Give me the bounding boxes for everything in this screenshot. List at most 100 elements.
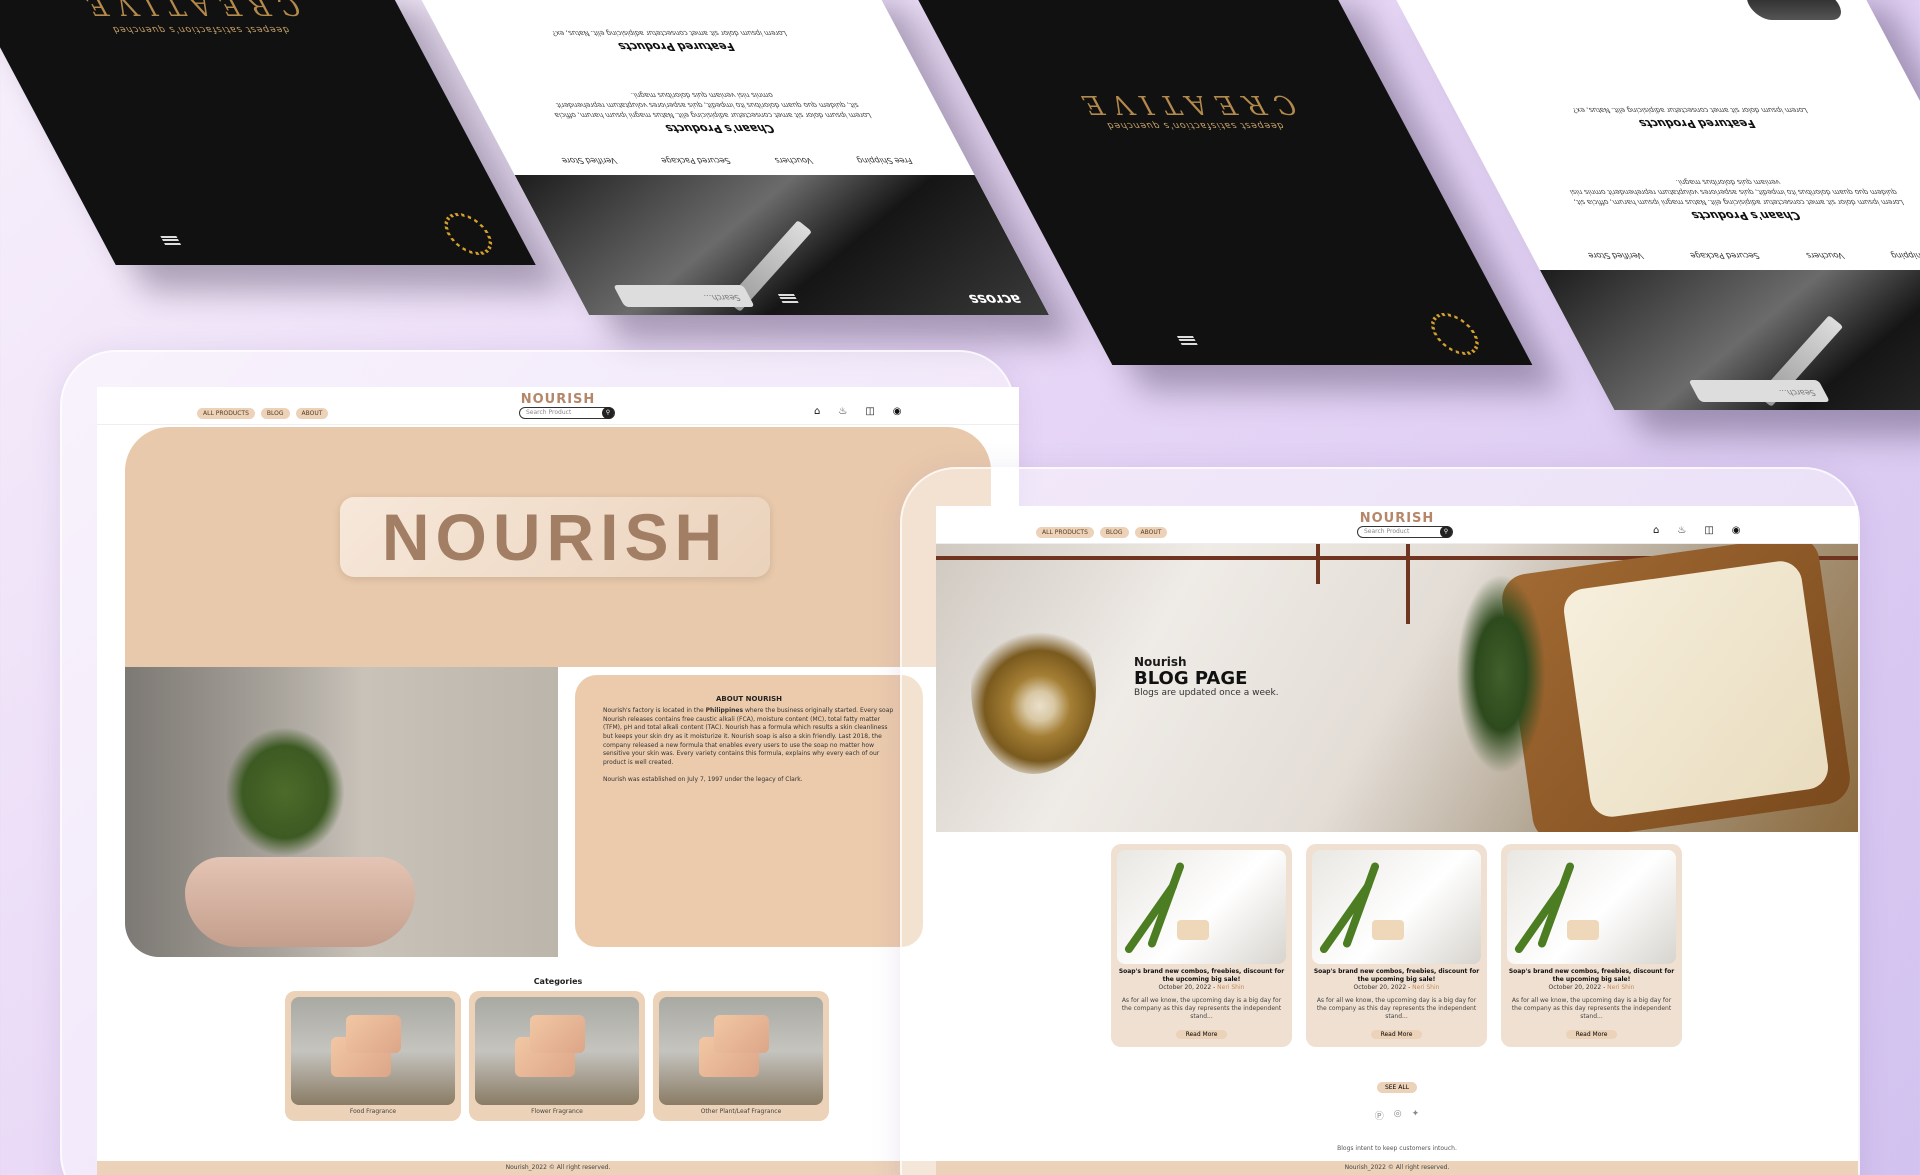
home-icon[interactable]: ⌂ (814, 406, 820, 417)
post-meta: October 20, 2022 - Neri Shin (1507, 984, 1676, 991)
hamburger-menu-icon (1176, 336, 1198, 345)
top-nav: ALL PRODUCTS BLOG ABOUT NOURISH Search P… (97, 387, 1019, 425)
top-nav: ALL PRODUCTS BLOG ABOUT NOURISH Search P… (936, 506, 1858, 544)
post-excerpt: As for all we know, the upcoming day is … (1316, 996, 1477, 1020)
search-input[interactable]: Search Product (1357, 526, 1453, 538)
nav-about[interactable]: ABOUT (1134, 527, 1168, 538)
categories-title: Categories (533, 977, 583, 986)
read-more-button[interactable]: Read More (1565, 1029, 1618, 1039)
post-excerpt: As for all we know, the upcoming day is … (1511, 996, 1672, 1020)
service-vouchers: Vouchers (772, 156, 815, 165)
soap-image (475, 997, 639, 1105)
user-icon[interactable]: ◉ (1732, 525, 1741, 536)
post-title[interactable]: Soap's brand new combos, freebies, disco… (1117, 968, 1286, 984)
service-verified-store: Verified Store (1586, 251, 1645, 260)
instagram-icon[interactable]: ◎ (1394, 1109, 1402, 1122)
post-date: October 20, 2022 - (1158, 983, 1218, 991)
soap-shape (714, 1015, 769, 1053)
about-title: ABOUT NOURISH (716, 695, 782, 703)
bell-icon[interactable]: ♨ (1677, 525, 1686, 536)
soap-image (291, 997, 455, 1105)
service-free-shipping: Free Shipping (1888, 251, 1920, 260)
chaan-products-text: Lorem ipsum dolor sit amet consectetur a… (1568, 178, 1906, 206)
chaan-products-title: Chaan's Products (1688, 209, 1804, 222)
see-all-button[interactable]: SEE ALL (1376, 1082, 1418, 1093)
nourish-blog-page: ALL PRODUCTS BLOG ABOUT NOURISH Search P… (936, 506, 1858, 1175)
post-date: October 20, 2022 - (1548, 983, 1608, 991)
search-icon[interactable]: ⚲ (1440, 526, 1452, 538)
category-card[interactable]: Flower Fragrance (469, 991, 645, 1121)
hamburger-menu-icon (777, 294, 799, 303)
footer-tagline: Blogs intent to keep customers intouch. (1337, 1145, 1457, 1152)
social-links: Ⓟ ◎ ✦ (936, 1109, 1858, 1122)
post-meta: October 20, 2022 - Neri Shin (1312, 984, 1481, 991)
service-vouchers: Vouchers (1804, 251, 1846, 260)
user-icon[interactable]: ◉ (893, 406, 902, 417)
see-all-wrapper: SEE ALL (936, 1074, 1858, 1093)
service-verified-store: Verified Store (559, 156, 619, 165)
post-author[interactable]: Neri Shin (1217, 984, 1244, 991)
cart-icon[interactable]: ◫ (865, 406, 874, 417)
hero-caption: across (965, 291, 1025, 307)
brass-tap-shape (971, 604, 1096, 774)
about-card: ABOUT NOURISH Nourish's factory is locat… (575, 675, 923, 947)
post-author[interactable]: Neri Shin (1607, 984, 1634, 991)
post-meta: October 20, 2022 - Neri Shin (1117, 984, 1286, 991)
category-label: Food Fragrance (349, 1108, 397, 1115)
post-title[interactable]: Soap's brand new combos, freebies, disco… (1312, 968, 1481, 984)
soap-shape (530, 1015, 585, 1053)
read-more-button[interactable]: Read More (1370, 1029, 1423, 1039)
post-title[interactable]: Soap's brand new combos, freebies, disco… (1507, 968, 1676, 984)
post-image (1117, 850, 1286, 964)
nav-all-products[interactable]: ALL PRODUCTS (197, 408, 255, 419)
tile-grout (1316, 544, 1320, 584)
brand-logo[interactable]: NOURISH (936, 511, 1858, 526)
brand-logo[interactable]: NOURISH (97, 392, 1019, 407)
nav-icon-group: ⌂ ♨ ◫ ◉ (1653, 525, 1741, 536)
service-secured-package: Secured Package (659, 156, 733, 165)
hero-logo: NOURISH (340, 497, 770, 577)
blog-post-card[interactable]: Soap's brand new combos, freebies, disco… (1111, 844, 1292, 1047)
search-icon[interactable]: ⚲ (602, 407, 614, 419)
post-author[interactable]: Neri Shin (1412, 984, 1439, 991)
search-input[interactable]: Search Product (519, 407, 615, 419)
chaan-products-text: Lorem ipsum dolor sit amet consectetur a… (552, 91, 873, 119)
hero-banner: NOURISH (125, 427, 991, 667)
soap-shape (1567, 920, 1599, 940)
twitter-icon[interactable]: ✦ (1412, 1109, 1420, 1122)
blog-post-card[interactable]: Soap's brand new combos, freebies, disco… (1306, 844, 1487, 1047)
bell-icon[interactable]: ♨ (838, 406, 847, 417)
facebook-icon[interactable]: Ⓟ (1375, 1109, 1384, 1122)
post-excerpt: As for all we know, the upcoming day is … (1121, 996, 1282, 1020)
about-paragraph-1: Nourish's factory is located in the Phil… (603, 707, 895, 768)
blog-kicker: Nourish (1134, 655, 1187, 669)
creative-wordmark: CREATIVE (1064, 88, 1302, 119)
soap-shape (1372, 920, 1404, 940)
rosemary-shape (1456, 574, 1546, 774)
home-icon[interactable]: ⌂ (1653, 525, 1659, 536)
category-card[interactable]: Food Fragrance (285, 991, 461, 1121)
cart-icon[interactable]: ◫ (1704, 525, 1713, 536)
read-more-button[interactable]: Read More (1175, 1029, 1228, 1039)
featured-products-text: Lorem ipsum dolor sit amet consectetur a… (549, 29, 789, 37)
featured-products-title: Featured Products (1636, 117, 1758, 130)
categories-row: Food Fragrance Flower Fragrance Other Pl… (285, 991, 829, 1121)
featured-products-title: Featured Products (615, 40, 738, 53)
category-card[interactable]: Other Plant/Leaf Fragrance (653, 991, 829, 1121)
nav-blog[interactable]: BLOG (260, 408, 290, 419)
creative-wordmark: CREATIVE (68, 0, 307, 20)
nav-all-products[interactable]: ALL PRODUCTS (1036, 527, 1094, 538)
blog-post-card[interactable]: Soap's brand new combos, freebies, disco… (1501, 844, 1682, 1047)
soap-shape (346, 1015, 401, 1053)
creative-subtitle: deepest satisfaction's quenched (1103, 120, 1286, 131)
about-paragraph-2: Nourish was established on July 7, 1997 … (603, 775, 803, 783)
post-image (1312, 850, 1481, 964)
nav-blog[interactable]: BLOG (1099, 527, 1129, 538)
blog-subtitle: Blogs are updated once a week. (1134, 688, 1279, 698)
about-text-rest: where the business originally started. E… (603, 707, 894, 767)
gear-logo-icon (436, 213, 501, 255)
nourish-home-page: ALL PRODUCTS BLOG ABOUT NOURISH Search P… (97, 387, 1019, 1175)
product-object-shape (1740, 0, 1847, 20)
nav-about[interactable]: ABOUT (295, 408, 329, 419)
tile-grout (1406, 544, 1410, 624)
